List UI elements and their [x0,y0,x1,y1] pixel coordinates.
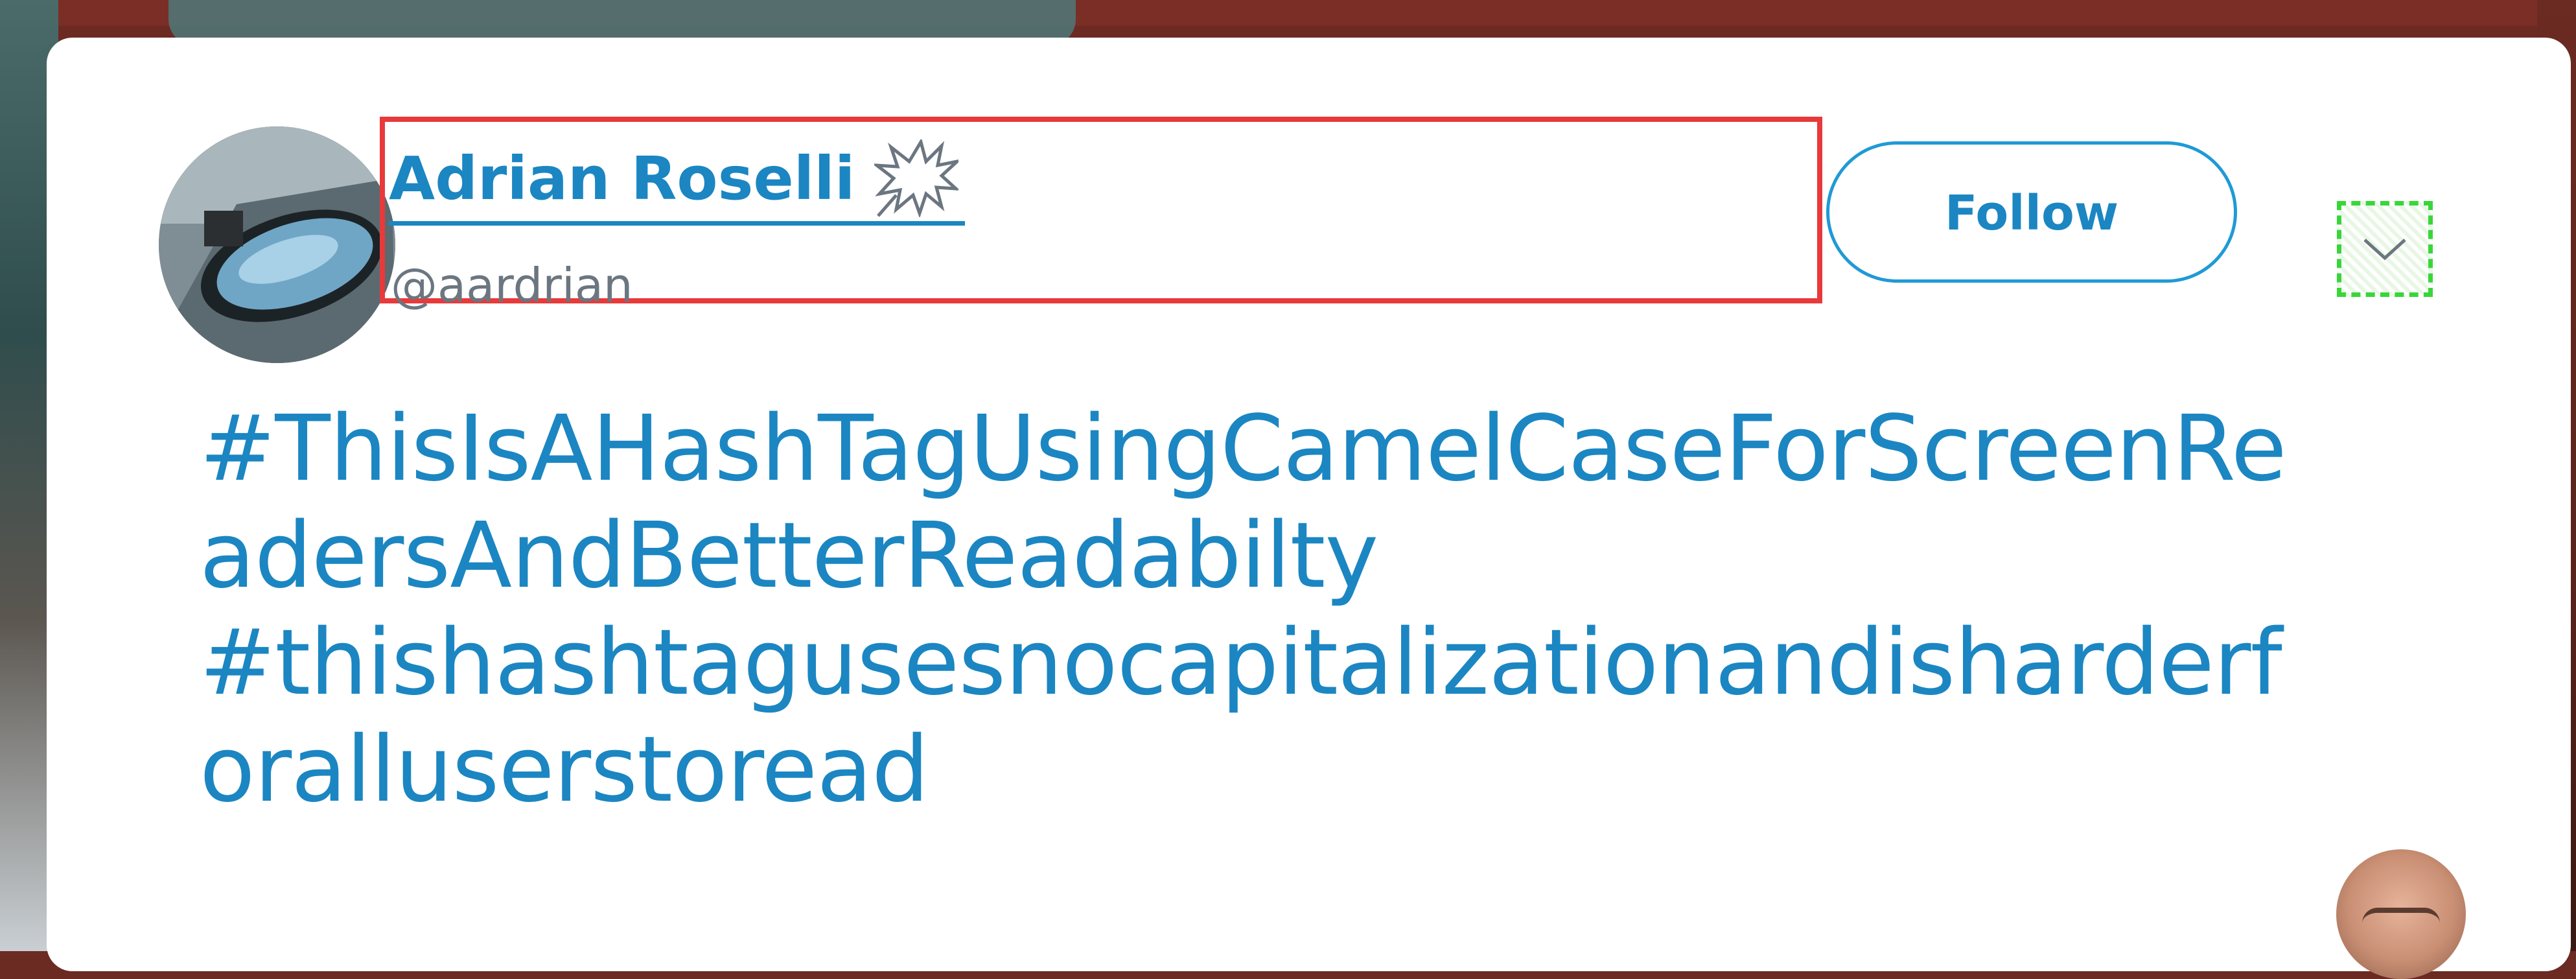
chevron-down-icon [2363,239,2406,261]
car-mirror-image [159,126,395,363]
avatar[interactable] [159,126,395,363]
follow-button[interactable]: Follow [1826,141,2237,283]
tweet-text-line[interactable]: #thishashtagusesnocapitalizationandishar… [200,609,2468,716]
author-name: Adrian Roselli [389,143,855,213]
tweet-menu-button[interactable] [2337,201,2433,297]
tweet-text-line[interactable]: adersAndBetterReadabilty [200,502,2468,609]
speech-burst-icon [872,137,963,218]
presenter-avatar [2336,849,2466,979]
tweet-text-line[interactable]: oralluserstoread [200,716,2468,823]
tweet-text-line[interactable]: #ThisIsAHashTagUsingCamelCaseForScreenRe [200,395,2468,502]
author-name-link[interactable]: Adrian Roselli [389,137,966,226]
tweet-text: #ThisIsAHashTagUsingCamelCaseForScreenRe… [200,395,2468,823]
author-handle: @aardrian [391,258,633,313]
